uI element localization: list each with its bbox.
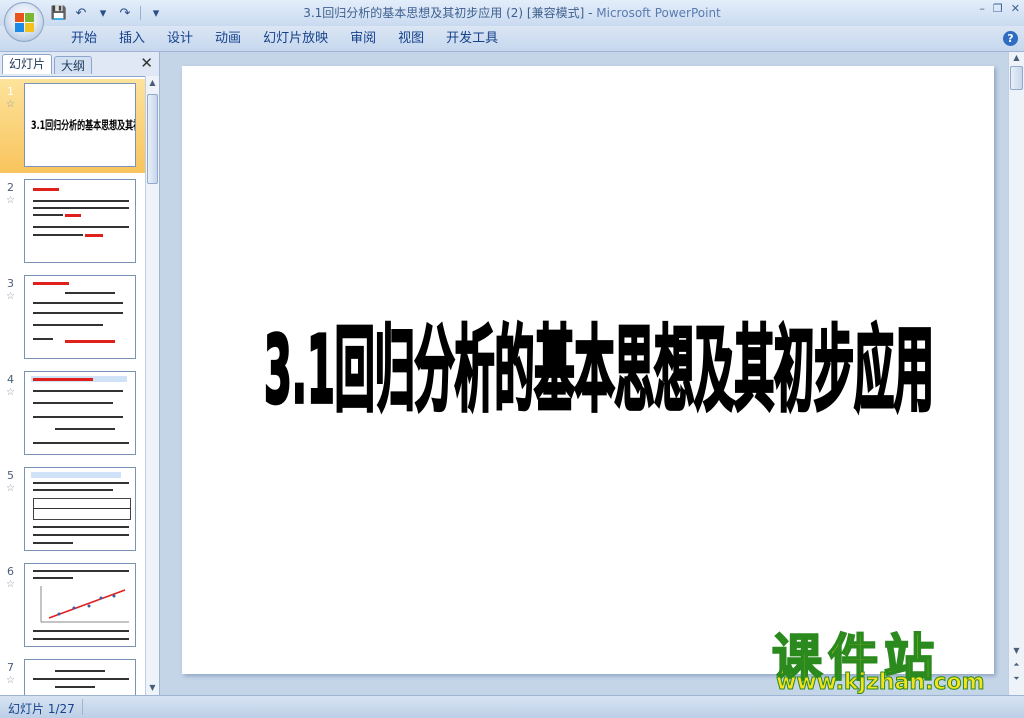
slide-preview: [24, 179, 136, 263]
scroll-up-icon[interactable]: ▲: [1009, 52, 1024, 64]
slide-canvas[interactable]: 3.1回归分析的基本思想及其初步应用: [182, 66, 994, 674]
office-button[interactable]: [4, 2, 44, 42]
slide-thumbnail-list: 1 ☆ 3.1回归分析的基本思想及其初步应用 2 ☆ 3 ☆: [0, 76, 146, 695]
slide-number: 7: [7, 661, 14, 674]
slides-panel: 幻灯片 大纲 ✕ 1 ☆ 3.1回归分析的基本思想及其初步应用 2 ☆: [0, 52, 160, 695]
slide-thumbnail-7[interactable]: 7 ☆: [0, 655, 146, 695]
tab-slides[interactable]: 幻灯片: [2, 54, 53, 74]
animation-star-icon: ☆: [6, 675, 15, 686]
slide-indicator: 幻灯片 1/27: [8, 702, 75, 716]
scrollbar-thumb[interactable]: [1010, 66, 1023, 90]
slide-thumbnail-5[interactable]: 5 ☆: [0, 463, 146, 557]
slide-number: 5: [7, 469, 14, 482]
slide-preview: 3.1回归分析的基本思想及其初步应用: [24, 83, 136, 167]
watermark-url: www.kjzhan.com: [776, 670, 986, 696]
status-bar: 幻灯片 1/27: [0, 695, 1024, 718]
thumbnail-scrollbar[interactable]: ▲ ▼: [145, 76, 159, 695]
help-icon[interactable]: ?: [1003, 31, 1018, 46]
slide-thumbnail-6[interactable]: 6 ☆: [0, 559, 146, 653]
animation-star-icon: ☆: [6, 99, 15, 110]
slide-preview: [24, 371, 136, 455]
window-title: 3.1回归分析的基本思想及其初步应用 (2) [兼容模式] - Microsof…: [0, 4, 1024, 21]
tab-developer[interactable]: 开发工具: [435, 30, 509, 48]
slide-number: 1: [7, 85, 14, 98]
panel-tabs: 幻灯片 大纲: [2, 54, 158, 74]
slide-preview: [24, 563, 136, 647]
slide-preview: [24, 467, 136, 551]
close-icon[interactable]: ✕: [1011, 2, 1020, 15]
minimize-icon[interactable]: –: [979, 2, 985, 15]
tab-slideshow[interactable]: 幻灯片放映: [252, 30, 339, 48]
slide-editor: 3.1回归分析的基本思想及其初步应用 ▲ ▼ ⏶ ⏷: [164, 52, 1024, 695]
ribbon: 开始 插入 设计 动画 幻灯片放映 审阅 视图 开发工具 ?: [0, 26, 1024, 52]
tab-animations[interactable]: 动画: [204, 30, 252, 48]
mini-scatter-plot: [40, 586, 129, 623]
maximize-icon[interactable]: ❐: [993, 2, 1003, 15]
app-name: Microsoft PowerPoint: [596, 6, 721, 20]
slide-number: 4: [7, 373, 14, 386]
panel-close-icon[interactable]: ✕: [140, 54, 153, 72]
animation-star-icon: ☆: [6, 387, 15, 398]
slide-thumbnail-4[interactable]: 4 ☆: [0, 367, 146, 461]
slide-number: 3: [7, 277, 14, 290]
watermark-logo: 课件站 www.kjzhan.com: [771, 618, 1012, 698]
scroll-up-icon[interactable]: ▲: [146, 76, 159, 90]
slide-title-art: 3.1回归分析的基本思想及其初步应用: [262, 314, 935, 426]
tab-outline[interactable]: 大纲: [54, 56, 93, 74]
title-bar: 💾 ↶ ▾ ↷ ▾ 3.1回归分析的基本思想及其初步应用 (2) [兼容模式] …: [0, 0, 1024, 26]
scrollbar-thumb[interactable]: [147, 94, 158, 184]
tab-insert[interactable]: 插入: [108, 30, 156, 48]
slide-number: 2: [7, 181, 14, 194]
tab-home[interactable]: 开始: [60, 30, 108, 48]
slide-number: 6: [7, 565, 14, 578]
animation-star-icon: ☆: [6, 195, 15, 206]
slide-thumbnail-3[interactable]: 3 ☆: [0, 271, 146, 365]
slide-title-text: 3.1回归分析的基本思想及其初步应用: [264, 316, 934, 424]
slide-thumbnail-1[interactable]: 1 ☆ 3.1回归分析的基本思想及其初步应用: [0, 79, 146, 173]
tab-design[interactable]: 设计: [156, 30, 204, 48]
editor-scrollbar[interactable]: ▲ ▼ ⏶ ⏷: [1008, 52, 1024, 695]
animation-star-icon: ☆: [6, 483, 15, 494]
slide-preview-title: 3.1回归分析的基本思想及其初步应用: [31, 119, 135, 132]
document-title: 3.1回归分析的基本思想及其初步应用 (2) [兼容模式] -: [303, 6, 597, 20]
slide-preview: [24, 275, 136, 359]
animation-star-icon: ☆: [6, 291, 15, 302]
status-divider: [82, 699, 83, 715]
slide-title[interactable]: 3.1回归分析的基本思想及其初步应用: [262, 271, 944, 451]
office-logo-icon: [15, 13, 35, 33]
ribbon-tabs: 开始 插入 设计 动画 幻灯片放映 审阅 视图 开发工具: [60, 30, 509, 48]
tab-view[interactable]: 视图: [387, 30, 435, 48]
tab-review[interactable]: 审阅: [339, 30, 387, 48]
scroll-down-icon[interactable]: ▼: [146, 681, 159, 695]
slide-preview: [24, 659, 136, 695]
window-controls: – ❐ ✕: [979, 2, 1020, 15]
slide-thumbnail-2[interactable]: 2 ☆: [0, 175, 146, 269]
animation-star-icon: ☆: [6, 579, 15, 590]
